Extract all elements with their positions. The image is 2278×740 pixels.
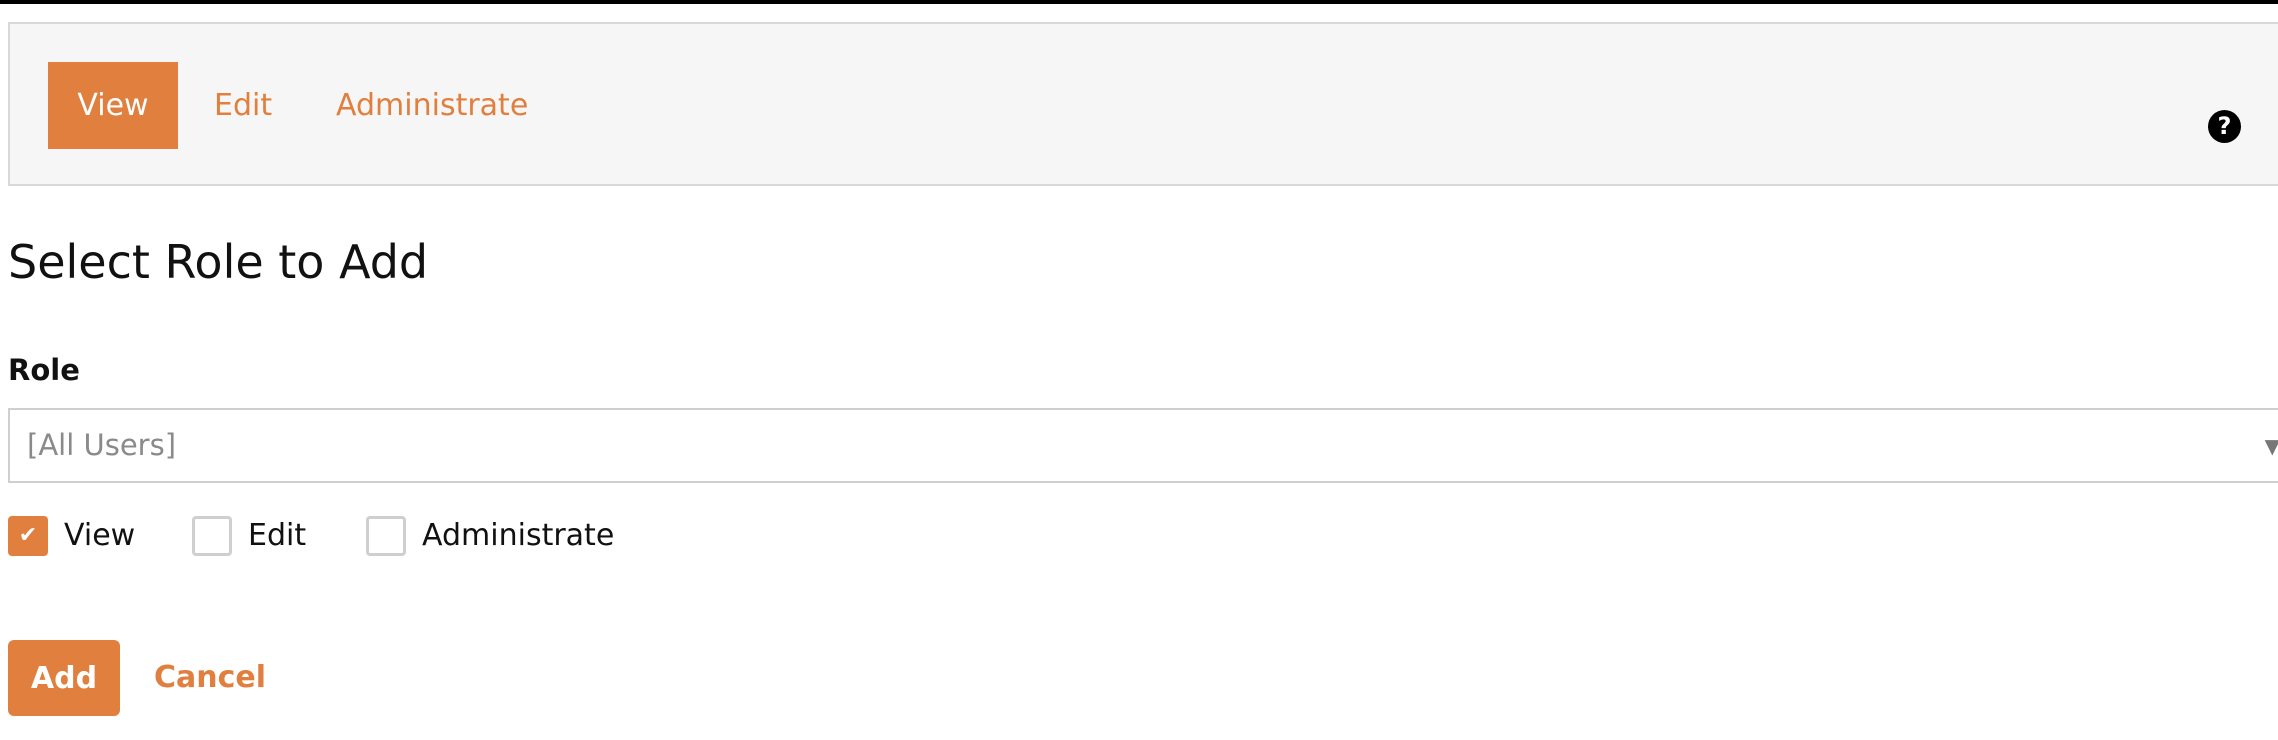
checkbox-unchecked-icon bbox=[192, 516, 232, 556]
checkbox-unchecked-icon bbox=[366, 516, 406, 556]
permission-label-administrate: Administrate bbox=[422, 518, 615, 553]
permission-tab-bar: View Edit Administrate ? bbox=[8, 22, 2278, 186]
permission-checkbox-administrate[interactable]: Administrate bbox=[366, 516, 626, 556]
role-label: Role bbox=[8, 353, 80, 387]
role-select-value: [All Users] bbox=[27, 428, 177, 462]
question-circle-icon[interactable]: ? bbox=[2208, 110, 2241, 143]
tab-view[interactable]: View bbox=[48, 62, 178, 149]
permission-checkbox-edit[interactable]: Edit bbox=[192, 516, 322, 556]
permission-checkbox-view[interactable]: ✔ View bbox=[8, 516, 148, 556]
tab-administrate[interactable]: Administrate bbox=[336, 62, 528, 149]
add-button[interactable]: Add bbox=[8, 640, 120, 716]
role-select[interactable]: [All Users] ▼ bbox=[8, 408, 2278, 483]
top-rule bbox=[0, 0, 2278, 4]
chevron-down-icon: ▼ bbox=[2264, 434, 2278, 458]
permission-label-edit: Edit bbox=[248, 518, 307, 553]
checkbox-checked-icon: ✔ bbox=[8, 516, 48, 556]
tab-edit[interactable]: Edit bbox=[214, 62, 272, 149]
page-title: Select Role to Add bbox=[8, 235, 429, 289]
cancel-button[interactable]: Cancel bbox=[154, 640, 266, 716]
permission-label-view: View bbox=[64, 518, 136, 553]
